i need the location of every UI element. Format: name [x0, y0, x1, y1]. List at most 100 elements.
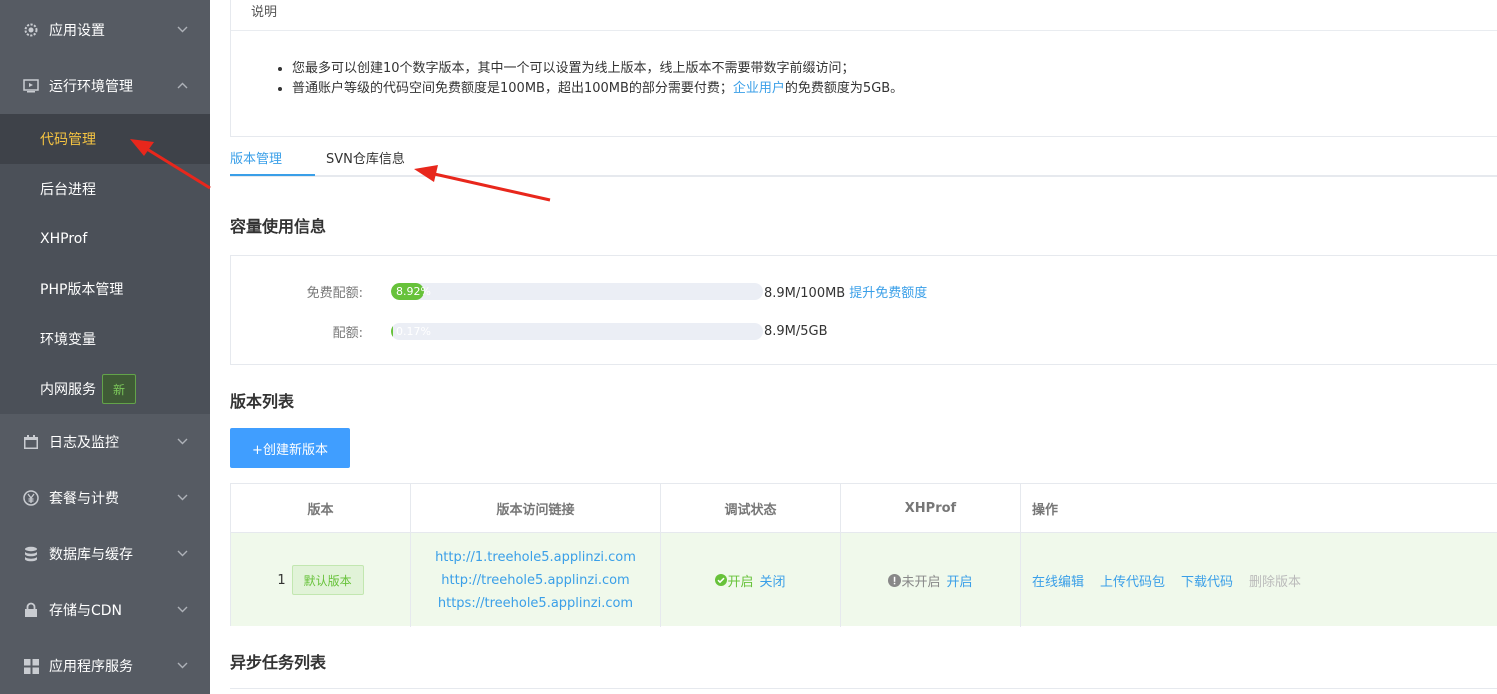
create-version-button[interactable]: +创建新版本 — [230, 428, 350, 468]
sidebar-item-xhprof[interactable]: XHProf — [0, 214, 210, 264]
nav-group-label: 存储与CDN — [49, 603, 123, 619]
quota-value: 8.9M/5GB — [764, 323, 828, 339]
nav-group-billing[interactable]: 套餐与计费 — [0, 470, 210, 526]
sidebar-item-label: PHP版本管理 — [40, 282, 124, 298]
notice-panel: 说明 您最多可以创建10个数字版本，其中一个可以设置为线上版本，线上版本不需要带… — [230, 0, 1497, 137]
sidebar: 应用设置 运行环境管理 代码管理 后台进程 XHProf PHP版本管理 环境变… — [0, 0, 210, 694]
xhprof-cell: 未开启 开启 — [841, 533, 1021, 627]
online-edit-link[interactable]: 在线编辑 — [1032, 571, 1084, 590]
sidebar-item-php-version[interactable]: PHP版本管理 — [0, 264, 210, 314]
download-code-link[interactable]: 下载代码 — [1181, 571, 1233, 590]
sidebar-item-label: 环境变量 — [40, 332, 96, 348]
lock-icon — [22, 601, 40, 619]
nav-group-logs[interactable]: 日志及监控 — [0, 414, 210, 470]
upload-package-link[interactable]: 上传代码包 — [1100, 571, 1165, 590]
chevron-down-icon — [177, 550, 188, 557]
debug-status: 开启 — [727, 574, 754, 590]
tab-svn-repository[interactable]: SVN仓库信息 — [326, 148, 405, 167]
sidebar-item-code-management[interactable]: 代码管理 — [0, 114, 210, 164]
nav-group-runtime[interactable]: 运行环境管理 — [0, 58, 210, 114]
notice-text: 的免费额度为5GB。 — [784, 81, 904, 96]
ops-cell: 在线编辑 上传代码包 下载代码 删除版本 — [1021, 533, 1497, 627]
sidebar-item-intranet-service[interactable]: 内网服务 新 — [0, 364, 210, 414]
grid-icon — [22, 657, 40, 675]
version-table: 版本 版本访问链接 调试状态 XHProf 操作 1 默认版本 http://1… — [230, 483, 1497, 627]
notice-text: 普通账户等级的代码空间免费额度是100MB，超出100MB的部分需要付费； — [292, 81, 733, 96]
enterprise-user-link[interactable]: 企业用户 — [733, 81, 785, 96]
calendar-icon — [22, 433, 40, 451]
debug-cell: 开启 关闭 — [661, 533, 841, 627]
quota-progress: 0.17% — [391, 323, 763, 340]
sidebar-item-label: 内网服务 — [40, 382, 96, 398]
quota-fill — [391, 323, 394, 340]
quota-label: 配额: — [332, 325, 363, 341]
free-quota-progress: 8.92% — [391, 283, 763, 300]
free-quota-fill: 8.92% — [391, 283, 431, 300]
monitor-icon — [22, 77, 40, 95]
new-badge: 新 — [102, 374, 136, 404]
sidebar-item-label: XHProf — [40, 231, 88, 247]
yen-icon — [22, 489, 40, 507]
sidebar-item-background-process[interactable]: 后台进程 — [0, 164, 210, 214]
nav-group-app-services[interactable]: 应用程序服务 — [0, 638, 210, 694]
nav-group-app-settings[interactable]: 应用设置 — [0, 2, 210, 58]
debug-toggle-link[interactable]: 关闭 — [760, 571, 786, 590]
nav-group-database[interactable]: 数据库与缓存 — [0, 526, 210, 582]
nav-group-storage[interactable]: 存储与CDN — [0, 582, 210, 638]
free-quota-row: 免费配额: 8.92% 8.9M/100MB 提升免费额度 — [231, 281, 1497, 301]
table-row: 1 默认版本 http://1.treehole5.applinzi.com h… — [231, 532, 1497, 627]
version-link-3[interactable]: https://treehole5.applinzi.com — [438, 594, 633, 613]
tab-bar: 版本管理 SVN仓库信息 — [230, 140, 1497, 177]
xhprof-status: 未开启 — [901, 574, 941, 590]
links-cell: http://1.treehole5.applinzi.com http://t… — [411, 533, 661, 627]
nav-group-label: 数据库与缓存 — [49, 547, 133, 563]
sidebar-item-env-vars[interactable]: 环境变量 — [0, 314, 210, 364]
sidebar-item-label: 后台进程 — [40, 182, 96, 198]
xhprof-enable-link[interactable]: 开启 — [947, 571, 973, 590]
nav-group-label: 套餐与计费 — [49, 491, 119, 507]
notice-list: 您最多可以创建10个数字版本，其中一个可以设置为线上版本，线上版本不需要带数字前… — [231, 31, 1497, 99]
default-version-tag: 默认版本 — [291, 565, 364, 595]
free-quota-usage: 8.9M/100MB — [764, 285, 846, 301]
nav-group-label: 应用程序服务 — [49, 659, 133, 675]
free-quota-label: 免费配额: — [306, 285, 363, 301]
nav-group-label: 日志及监控 — [49, 435, 119, 451]
version-link-1[interactable]: http://1.treehole5.applinzi.com — [435, 548, 636, 567]
version-cell: 1 默认版本 — [231, 533, 411, 627]
sidebar-item-label: 代码管理 — [40, 132, 96, 148]
col-header-ops: 操作 — [1032, 502, 1059, 518]
upgrade-quota-link[interactable]: 提升免费额度 — [849, 286, 927, 301]
col-header-links: 版本访问链接 — [411, 484, 661, 532]
chevron-down-icon — [177, 662, 188, 669]
nav-group-label: 运行环境管理 — [49, 79, 133, 95]
version-list-title: 版本列表 — [230, 392, 295, 411]
capacity-title: 容量使用信息 — [230, 217, 327, 236]
tab-version-management[interactable]: 版本管理 — [230, 148, 282, 167]
chevron-down-icon — [177, 494, 188, 501]
col-header-xhprof: XHProf — [841, 484, 1021, 532]
notice-item: 普通账户等级的代码空间免费额度是100MB，超出100MB的部分需要付费；企业用… — [292, 79, 1497, 99]
chevron-down-icon — [177, 26, 188, 33]
chevron-down-icon — [177, 606, 188, 613]
chevron-down-icon — [177, 438, 188, 445]
gear-icon — [22, 21, 40, 39]
notice-text: 您最多可以创建10个数字版本，其中一个可以设置为线上版本，线上版本不需要带数字前… — [292, 61, 855, 76]
col-header-debug: 调试状态 — [661, 484, 841, 532]
check-circle-icon — [715, 574, 728, 586]
notice-item: 您最多可以创建10个数字版本，其中一个可以设置为线上版本，线上版本不需要带数字前… — [292, 59, 1497, 79]
active-tab-indicator — [230, 174, 315, 176]
version-number: 1 — [277, 572, 286, 588]
async-task-table — [230, 688, 1497, 694]
quota-pct-text: 0.17% — [396, 325, 431, 338]
delete-version-link: 删除版本 — [1249, 574, 1302, 590]
free-quota-value: 8.9M/100MB 提升免费额度 — [764, 282, 927, 301]
version-link-2[interactable]: http://treehole5.applinzi.com — [441, 571, 629, 590]
exclamation-circle-icon — [888, 573, 902, 587]
nav-group-label: 应用设置 — [49, 23, 105, 39]
notice-header: 说明 — [231, 0, 1497, 31]
col-header-version: 版本 — [231, 484, 411, 532]
main-content: 说明 您最多可以创建10个数字版本，其中一个可以设置为线上版本，线上版本不需要带… — [210, 0, 1497, 694]
runtime-submenu: 代码管理 后台进程 XHProf PHP版本管理 环境变量 内网服务 新 — [0, 114, 210, 414]
capacity-panel: 免费配额: 8.92% 8.9M/100MB 提升免费额度 配额: 0.17% 8… — [230, 255, 1497, 365]
quota-row: 配额: 0.17% 8.9M/5GB — [231, 321, 1497, 341]
